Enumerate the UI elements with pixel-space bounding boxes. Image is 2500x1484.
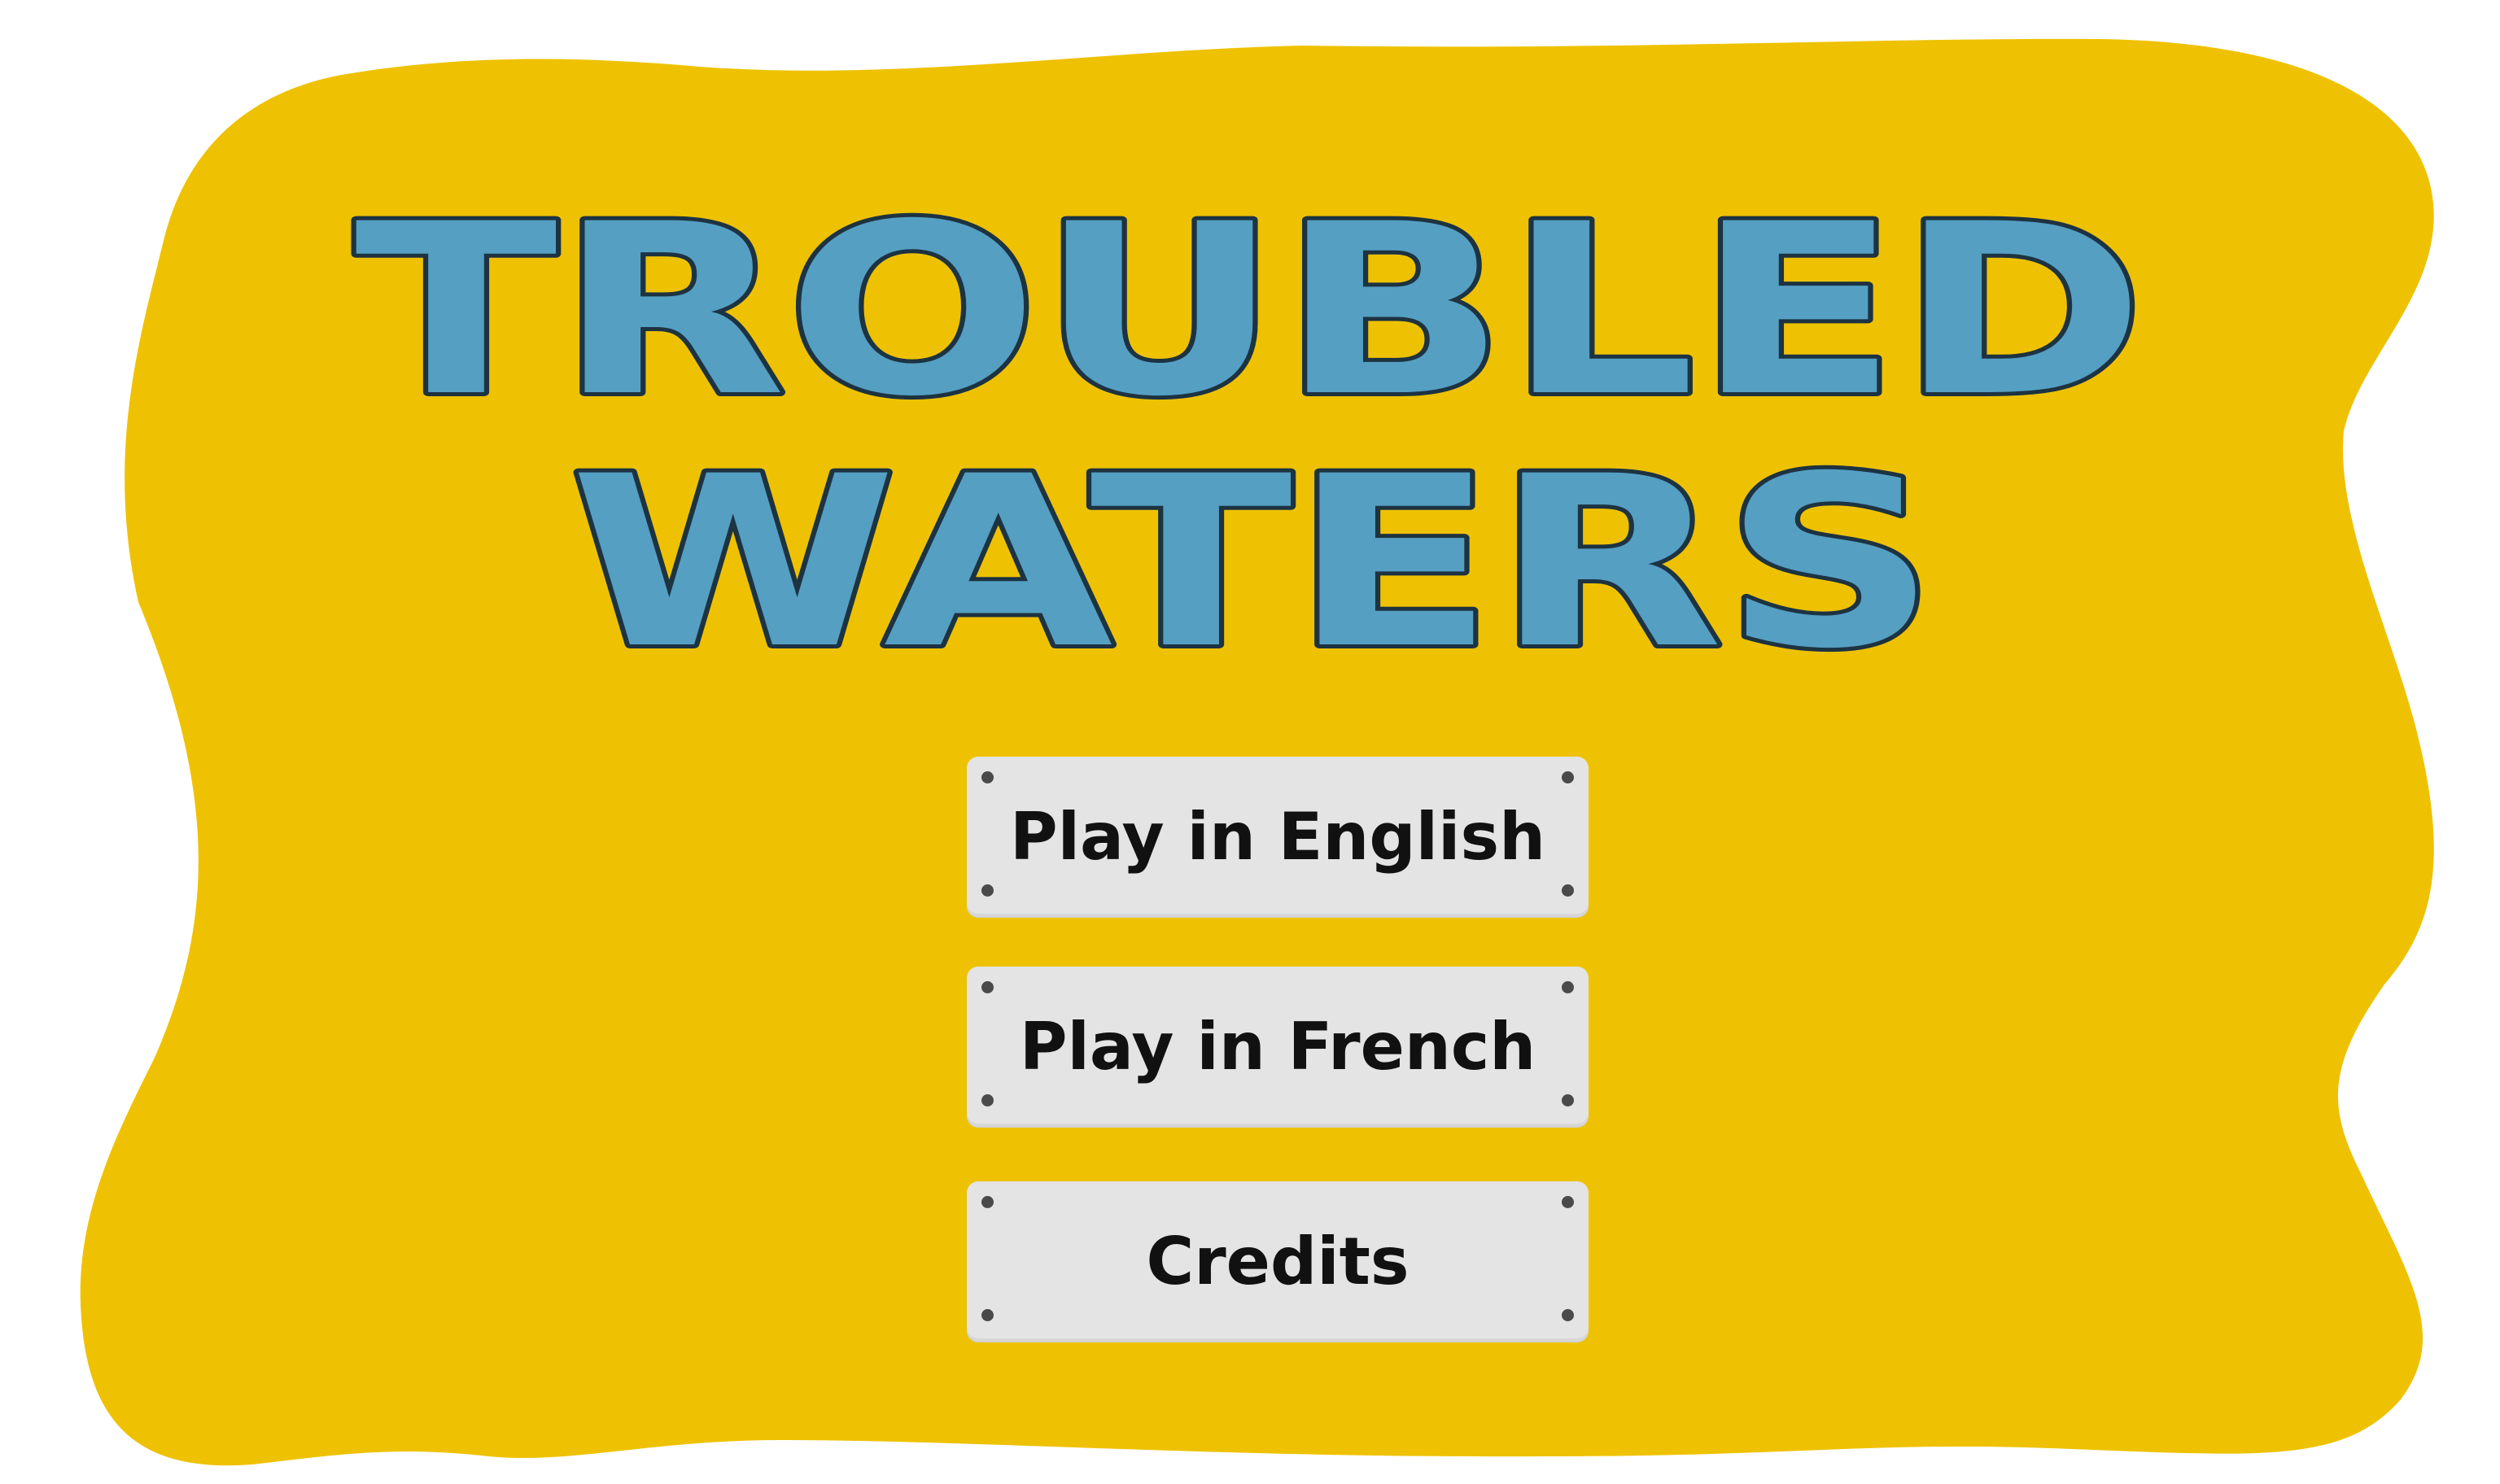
rivet-icon	[1562, 884, 1574, 897]
rivet-icon	[1562, 1196, 1574, 1208]
rivet-icon	[1562, 981, 1574, 993]
play-french-button[interactable]: Play in French	[967, 967, 1589, 1126]
rivet-icon	[981, 884, 994, 897]
rivet-icon	[981, 1094, 994, 1106]
credits-label: Credits	[1146, 1223, 1410, 1299]
title-line-2: WATERS	[570, 426, 1937, 701]
play-french-label: Play in French	[1019, 1008, 1536, 1085]
rivet-icon	[1562, 1094, 1574, 1106]
rivet-icon	[981, 981, 994, 993]
play-english-label: Play in English	[1009, 798, 1546, 875]
rivet-icon	[1562, 771, 1574, 783]
credits-button[interactable]: Credits	[967, 1181, 1589, 1341]
rivet-icon	[981, 1309, 994, 1321]
title-line-1: TROUBLED	[355, 174, 2145, 448]
rivet-icon	[981, 771, 994, 783]
rivet-icon	[1562, 1309, 1574, 1321]
rivet-icon	[981, 1196, 994, 1208]
play-english-button[interactable]: Play in English	[967, 757, 1589, 916]
title-screen: TROUBLED WATERS Play in English Play in …	[0, 0, 2500, 1484]
